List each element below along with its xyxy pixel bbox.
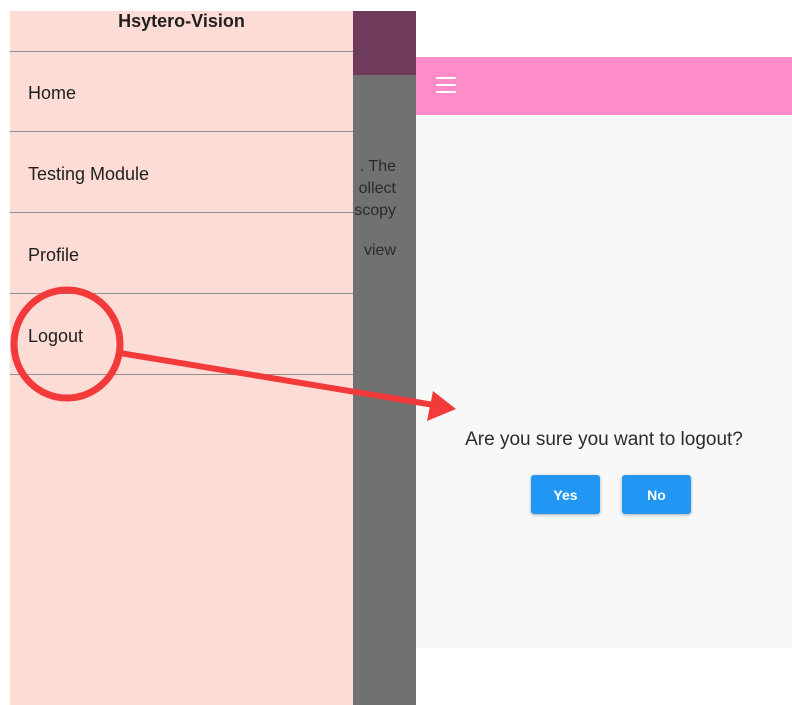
background-text-line: . The	[359, 158, 396, 175]
drawer-item-label: Home	[28, 83, 77, 103]
navigation-drawer: Hsytero-Vision Home Testing Module Profi…	[10, 11, 353, 705]
drawer-item-logout[interactable]: Logout	[10, 295, 353, 375]
drawer-item-profile[interactable]: Profile	[10, 214, 353, 294]
background-text-line: ollect	[358, 180, 396, 197]
drawer-item-label: Testing Module	[28, 164, 150, 184]
menu-icon[interactable]	[436, 77, 456, 93]
background-content: . The ollect scopy view	[352, 156, 396, 262]
background-text-line: view	[363, 242, 396, 259]
drawer-item-testing-module[interactable]: Testing Module	[10, 133, 353, 213]
yes-button[interactable]: Yes	[531, 475, 600, 514]
left-screenshot: . The ollect scopy view Hsytero-Vision H…	[10, 11, 416, 705]
no-button[interactable]: No	[622, 475, 691, 514]
drawer-item-label: Logout	[28, 326, 84, 346]
app-bar	[416, 57, 792, 115]
logout-confirm-message: Are you sure you want to logout?	[465, 429, 743, 450]
drawer-header: Hsytero-Vision	[10, 11, 353, 52]
drawer-item-home[interactable]: Home	[10, 52, 353, 132]
background-text-line: scopy	[354, 202, 396, 219]
right-screenshot: Are you sure you want to logout? Yes No	[416, 57, 792, 648]
drawer-item-label: Profile	[28, 245, 80, 265]
drawer-title: Hsytero-Vision	[118, 11, 245, 31]
